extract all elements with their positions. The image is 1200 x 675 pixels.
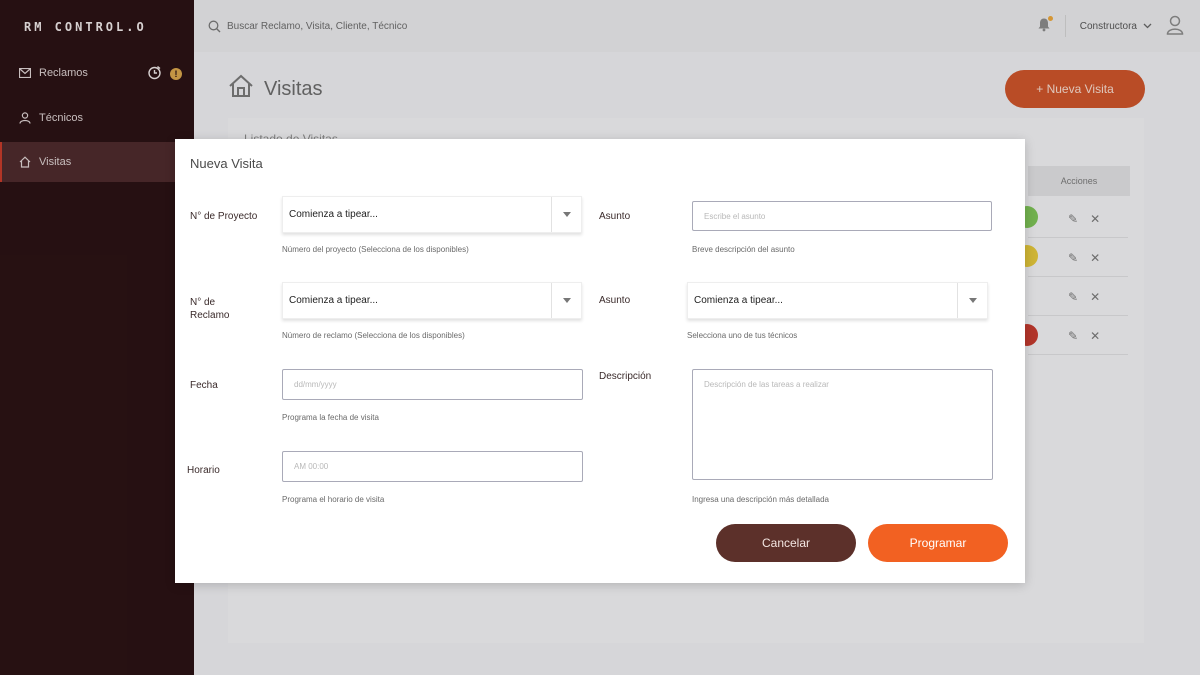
time-placeholder: AM 00:00 xyxy=(294,462,329,471)
technician-select[interactable]: Comienza a tipear... xyxy=(687,282,988,319)
company-name: Constructora xyxy=(1079,20,1137,32)
table-row: ✎ ✕ xyxy=(1028,278,1128,316)
sidebar-item-label: Técnicos xyxy=(39,112,84,124)
schedule-button[interactable]: Programar xyxy=(868,524,1008,562)
sidebar: RM CONTROL.O Reclamos ! Técnicos Visitas xyxy=(0,0,194,675)
claim-select[interactable]: Comienza a tipear... xyxy=(282,282,582,319)
search-placeholder: Buscar Reclamo, Visita, Cliente, Técnico xyxy=(227,20,408,32)
home-icon xyxy=(228,74,254,104)
sidebar-item-tecnicos[interactable]: Técnicos xyxy=(0,98,194,138)
page-title: Visitas xyxy=(228,74,323,104)
caret-down-icon[interactable] xyxy=(551,283,581,318)
description-hint: Ingresa una descripción más detallada xyxy=(692,495,829,504)
project-label: N° de Proyecto xyxy=(190,211,258,222)
subject-hint: Breve descripción del asunto xyxy=(692,245,795,254)
project-select-value: Comienza a tipear... xyxy=(289,209,378,220)
pencil-icon[interactable]: ✎ xyxy=(1068,290,1078,304)
search-input[interactable]: Buscar Reclamo, Visita, Cliente, Técnico xyxy=(208,20,407,33)
new-visit-modal: Nueva Visita N° de Proyecto Comienza a t… xyxy=(175,139,1025,583)
new-visit-button[interactable]: + Nueva Visita xyxy=(1005,70,1145,108)
timer-icon[interactable] xyxy=(147,65,162,83)
topbar-actions: Constructora xyxy=(1037,0,1184,52)
user-icon xyxy=(18,112,31,125)
close-icon[interactable]: ✕ xyxy=(1090,212,1100,226)
project-hint: Número del proyecto (Selecciona de los d… xyxy=(282,245,469,254)
claim-select-value: Comienza a tipear... xyxy=(289,295,378,306)
description-label: Descripción xyxy=(599,371,652,382)
divider xyxy=(1064,15,1066,37)
date-hint: Programa la fecha de visita xyxy=(282,413,379,422)
date-label: Fecha xyxy=(190,380,218,391)
notification-dot xyxy=(1047,16,1053,21)
actions-column-header: Acciones xyxy=(1028,166,1130,196)
table-row: ✎ ✕ xyxy=(1028,239,1128,277)
subject-input[interactable]: Escribe el asunto xyxy=(692,201,992,231)
close-icon[interactable]: ✕ xyxy=(1090,290,1100,304)
technician-label: Asunto xyxy=(599,295,631,306)
time-input[interactable]: AM 00:00 xyxy=(282,451,583,482)
chevron-down-icon xyxy=(1143,23,1152,29)
pencil-icon[interactable]: ✎ xyxy=(1068,212,1078,226)
sidebar-item-label: Visitas xyxy=(39,156,72,168)
caret-down-icon[interactable] xyxy=(551,197,581,232)
close-icon[interactable]: ✕ xyxy=(1090,329,1100,343)
claim-label: N° de Reclamo xyxy=(190,297,230,321)
company-dropdown[interactable]: Constructora xyxy=(1080,21,1152,32)
modal-title: Nueva Visita xyxy=(190,156,263,171)
topbar: Buscar Reclamo, Visita, Cliente, Técnico… xyxy=(194,0,1200,52)
close-icon[interactable]: ✕ xyxy=(1090,251,1100,265)
home-icon xyxy=(18,156,31,169)
table-row: ✎ ✕ xyxy=(1028,200,1128,238)
technician-hint: Selecciona uno de tus técnicos xyxy=(687,331,798,340)
subject-label: Asunto xyxy=(599,211,631,222)
sidebar-item-reclamos[interactable]: Reclamos ! xyxy=(0,53,194,93)
sidebar-item-visitas[interactable]: Visitas xyxy=(0,142,194,182)
bell-icon[interactable] xyxy=(1037,16,1053,35)
date-placeholder: dd/mm/yyyy xyxy=(294,380,337,389)
alert-badge: ! xyxy=(170,68,182,80)
date-input[interactable]: dd/mm/yyyy xyxy=(282,369,583,400)
technician-select-value: Comienza a tipear... xyxy=(694,295,783,306)
pencil-icon[interactable]: ✎ xyxy=(1068,329,1078,343)
caret-down-icon[interactable] xyxy=(957,283,987,318)
table-row: ✎ ✕ xyxy=(1028,317,1128,355)
project-select[interactable]: Comienza a tipear... xyxy=(282,196,582,233)
search-icon xyxy=(208,20,221,32)
cancel-button[interactable]: Cancelar xyxy=(716,524,856,562)
subject-placeholder: Escribe el asunto xyxy=(704,212,766,221)
user-avatar-icon[interactable] xyxy=(1166,15,1184,38)
description-placeholder: Descripción de las tareas a realizar xyxy=(704,380,829,389)
reclamos-indicators: ! xyxy=(147,65,182,83)
pencil-icon[interactable]: ✎ xyxy=(1068,251,1078,265)
mail-icon xyxy=(18,67,31,80)
app-logo: RM CONTROL.O xyxy=(24,20,147,34)
page-title-text: Visitas xyxy=(264,77,323,100)
time-label: Horario xyxy=(187,465,220,476)
sidebar-item-label: Reclamos xyxy=(39,67,88,79)
description-textarea[interactable]: Descripción de las tareas a realizar xyxy=(692,369,993,480)
claim-hint: Número de reclamo (Selecciona de los dis… xyxy=(282,331,465,340)
time-hint: Programa el horario de visita xyxy=(282,495,385,504)
